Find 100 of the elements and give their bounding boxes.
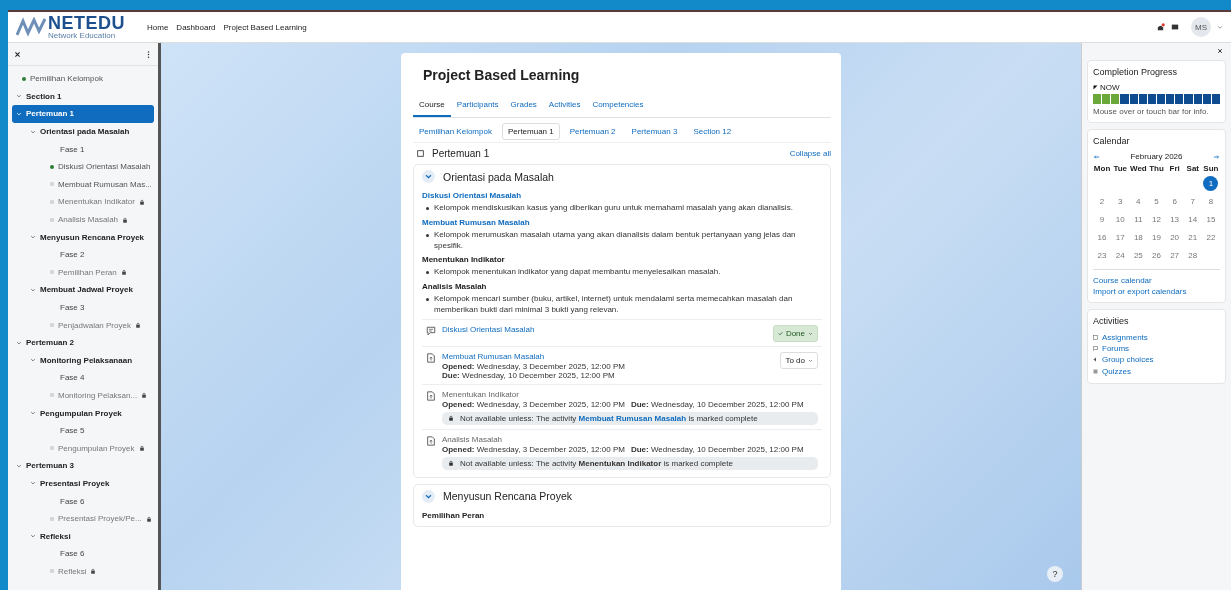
caret-icon[interactable] [30,234,36,241]
course-index-activity[interactable]: Pemilihan Peran [58,267,117,277]
activity-type-link[interactable]: Assignments [1102,332,1148,344]
course-index-section[interactable]: Presentasi Proyek [12,474,154,493]
caret-icon[interactable] [16,462,22,469]
caret-icon[interactable] [30,480,36,487]
course-nav-tab[interactable]: Activities [542,97,587,117]
calendar-day[interactable]: 27 [1167,248,1183,263]
section-tab[interactable]: Pemilihan Kelompok [413,123,498,140]
calendar-day[interactable]: 23 [1094,248,1110,263]
course-index-activity[interactable]: Pemilihan Kelompok [30,74,103,84]
progress-cell[interactable] [1166,94,1175,104]
calendar-day[interactable]: 24 [1112,248,1128,263]
progress-cell[interactable] [1111,94,1120,104]
progress-cell[interactable] [1193,94,1202,104]
activity-name-link[interactable]: Menentukan Indikator [442,389,818,399]
user-avatar[interactable]: MS [1191,17,1211,37]
caret-icon[interactable] [30,533,36,540]
calendar-day[interactable]: 11 [1130,212,1146,227]
calendar-day[interactable]: 25 [1130,248,1146,263]
course-index-section[interactable]: Pertemuan 3 [12,457,154,475]
calendar-day[interactable]: 12 [1149,212,1164,227]
caret-icon[interactable] [16,339,22,346]
course-index-section[interactable]: Orientasi pada Masalah [12,122,154,141]
course-index-section[interactable]: Membuat Jadwal Proyek [12,281,154,299]
section-tab[interactable]: Pertemuan 1 [501,123,560,140]
logo[interactable]: NETEDU Network Education [16,14,125,40]
course-index-activity[interactable]: Membuat Rumusan Mas... [58,179,152,189]
calendar-day[interactable]: 18 [1130,230,1146,245]
nav-link[interactable]: Project Based Learning [223,22,307,32]
course-index-section[interactable]: Menyusun Rencana Proyek [12,228,154,246]
restriction-activity-link[interactable]: Membuat Rumusan Masalah [578,413,687,423]
course-index-activity[interactable]: Pengumpulan Proyek [58,443,135,453]
calendar-link[interactable]: Course calendar [1093,276,1220,285]
calendar-day[interactable]: 13 [1167,212,1183,227]
checkbox-icon[interactable] [417,150,424,157]
nav-link[interactable]: Dashboard [176,22,216,32]
course-index-section[interactable]: Pertemuan 2 [12,333,154,352]
section-tab[interactable]: Pertemuan 3 [625,123,684,140]
calendar-link[interactable]: Import or export calendars [1093,287,1220,296]
progress-cell[interactable] [1211,94,1220,104]
activity-link[interactable]: Membuat Rumusan Masalah [422,217,822,227]
activity-type-link[interactable]: Forums [1102,343,1130,355]
calendar-day[interactable]: 22 [1203,230,1219,245]
calendar-day[interactable]: 6 [1167,194,1183,209]
progress-cell[interactable] [1138,94,1147,104]
progress-cell[interactable] [1129,94,1138,104]
collapse-all-link[interactable]: Collapse all [789,149,831,158]
course-index-activity[interactable]: Monitoring Pelaksan... [58,391,138,400]
calendar-day[interactable]: 3 [1112,194,1128,209]
calendar-day[interactable]: 5 [1149,194,1164,209]
calendar-day[interactable]: 17 [1112,230,1128,245]
course-index-activity[interactable]: Presentasi Proyek/Pe... [58,514,142,524]
course-index-section[interactable]: Monitoring Pelaksanaan [12,351,154,370]
section-tab[interactable]: Section 12 [687,123,738,140]
caret-icon[interactable] [16,111,22,117]
course-index-section[interactable]: Section 1 [12,87,154,106]
caret-icon[interactable] [16,93,22,100]
course-index-activity[interactable]: Analisis Masalah [58,215,119,225]
calendar-day[interactable]: 4 [1130,194,1146,209]
progress-cell[interactable] [1102,94,1111,104]
course-nav-tab[interactable]: Grades [504,97,543,117]
course-index-section[interactable]: Pertemuan 1 [12,105,154,123]
course-index-activity[interactable]: Penjadwalan Proyek [58,320,131,330]
calendar-day[interactable]: 1 [1203,176,1219,191]
section-tab[interactable]: Pertemuan 2 [563,123,622,140]
notification-bell-icon[interactable] [1156,22,1165,32]
activity-type-link[interactable]: Quizzes [1102,365,1131,377]
calendar-day[interactable]: 20 [1167,230,1183,245]
progress-cell[interactable] [1147,94,1156,104]
completion-dropdown[interactable]: Done [772,324,818,342]
calendar-day[interactable]: 8 [1203,194,1219,209]
calendar-day[interactable]: 26 [1149,248,1164,263]
activity-name-link[interactable]: Diskusi Orientasi Masalah [442,324,767,334]
caret-icon[interactable] [30,128,36,135]
course-nav-tab[interactable]: Course [413,97,451,117]
close-icon[interactable] [14,50,21,58]
help-button[interactable]: ? [1047,566,1063,582]
activity-name-link[interactable]: Membuat Rumusan Masalah [442,351,775,361]
caret-icon[interactable] [30,286,36,293]
activity-link[interactable]: Diskusi Orientasi Masalah [422,191,822,200]
calendar-day[interactable]: 7 [1185,194,1201,209]
calendar-day[interactable]: 19 [1149,230,1164,245]
caret-icon[interactable] [1217,24,1223,30]
course-index-activity[interactable]: Menentukan Indikator [58,197,135,207]
course-index-activity[interactable]: Diskusi Orientasi Masalah [58,162,151,172]
progress-cell[interactable] [1120,94,1129,104]
calendar-day[interactable]: 9 [1094,212,1110,227]
caret-icon[interactable] [30,357,36,364]
progress-cell[interactable] [1175,94,1184,104]
activity-type-link[interactable]: Group choices [1102,354,1154,366]
next-arrow-icon[interactable] [1213,154,1220,159]
activity-name-link[interactable]: Analisis Masalah [442,434,818,444]
calendar-day[interactable]: 21 [1185,230,1201,245]
progress-cell[interactable] [1184,94,1193,104]
course-nav-tab[interactable]: Participants [450,97,505,117]
caret-icon[interactable] [30,410,36,417]
calendar-day[interactable]: 2 [1094,194,1110,209]
previous-arrow-icon[interactable] [1093,154,1100,159]
calendar-day[interactable]: 15 [1203,212,1219,227]
